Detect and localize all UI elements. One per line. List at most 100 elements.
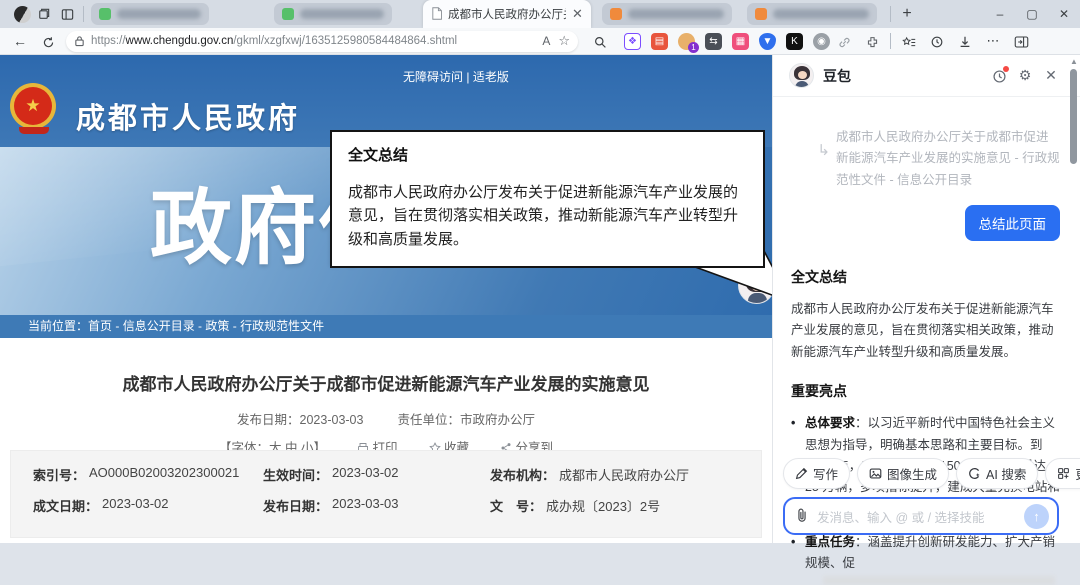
- index-value: AO000B02003202300021: [89, 465, 240, 480]
- browser-profile-avatar[interactable]: [14, 5, 31, 23]
- tab-active-title: 成都市人民政府办公厅关于成都…: [448, 9, 566, 21]
- tab-blurred-3[interactable]: [602, 3, 732, 25]
- extension-dark-icon[interactable]: ⇆: [705, 32, 722, 50]
- browser-tab-strip: 成都市人民政府办公厅关于成都… ✕ + – ▢ ✕: [0, 0, 1080, 28]
- accessibility-links: 无障碍访问 | 适老版: [403, 68, 509, 85]
- accessibility-link[interactable]: 无障碍访问: [403, 70, 463, 84]
- bullet-label: 重点任务: [805, 534, 856, 549]
- article-section: 成都市人民政府办公厅关于成都市促进新能源汽车产业发展的实施意见 发布日期：202…: [0, 338, 772, 543]
- reply-arrow-icon: ↳: [817, 142, 830, 159]
- summarize-page-button[interactable]: 总结此页面: [964, 204, 1060, 241]
- ai-search-skill-button[interactable]: AI 搜索: [956, 458, 1039, 489]
- callout-title: 全文总结: [348, 147, 409, 164]
- doc-number-value: 成办规〔2023〕2号: [546, 499, 661, 514]
- summary-paragraph: 成都市人民政府办公厅发布关于促进新能源汽车产业发展的意见，旨在贯彻落实相关政策，…: [791, 301, 1054, 359]
- url-text[interactable]: https://www.chengdu.gov.cn/gkml/xzgfxwj/…: [91, 35, 534, 47]
- refresh-button[interactable]: [34, 33, 62, 49]
- settings-gear-icon[interactable]: ⚙: [1012, 67, 1038, 84]
- close-window-button[interactable]: ✕: [1048, 7, 1080, 21]
- maximize-button[interactable]: ▢: [1016, 7, 1048, 21]
- article-meta-line: 发布日期：2023-03-03 责任单位：市政府办公厅: [0, 409, 772, 428]
- publish-date: 2023-03-03: [299, 413, 364, 427]
- breadcrumb: 当前位置：首页 - 信息公开目录 - 政策 - 行政规范性文件: [0, 315, 772, 338]
- tab1-favicon: [99, 8, 111, 20]
- publish-date-value2: 2023-03-03: [332, 496, 399, 511]
- publish-date-label: 发布日期：: [237, 413, 300, 427]
- writing-skill-button[interactable]: 写作: [783, 458, 851, 489]
- breadcrumb-regulatory-docs[interactable]: 行政规范性文件: [240, 319, 324, 333]
- minimize-button[interactable]: –: [984, 7, 1016, 21]
- tab-actions-icon[interactable]: [55, 6, 79, 22]
- scrollbar-thumb[interactable]: [1070, 69, 1077, 164]
- tab-blurred-4[interactable]: [747, 3, 877, 25]
- sidebar-scrollbar[interactable]: ▲: [1069, 57, 1079, 541]
- close-sidebar-icon[interactable]: ✕: [1038, 67, 1064, 84]
- chat-input-box[interactable]: 发消息、输入 @ 或 / 选择技能 ↑: [783, 497, 1059, 535]
- sidebar-header: 豆包 ⚙ ✕: [773, 55, 1080, 97]
- truncated-text-fade: [823, 576, 1055, 585]
- breadcrumb-policy[interactable]: 政策: [205, 319, 229, 333]
- lock-icon: [74, 32, 85, 50]
- extension-shield-icon[interactable]: ▼: [759, 32, 776, 50]
- extension-badge: 1: [688, 41, 699, 53]
- favorite-star-icon[interactable]: ☆: [558, 33, 570, 49]
- org-label: 发布机构：: [490, 468, 556, 483]
- address-bar[interactable]: https://www.chengdu.gov.cn/gkml/xzgfxwj/…: [66, 30, 578, 52]
- read-aloud-icon[interactable]: A: [542, 34, 550, 48]
- history-icon[interactable]: [923, 33, 951, 49]
- tab-close-icon[interactable]: ✕: [572, 6, 583, 22]
- tab-active[interactable]: 成都市人民政府办公厅关于成都… ✕: [423, 0, 591, 28]
- tab-blurred-2[interactable]: [274, 3, 392, 25]
- effective-label: 生效时间：: [263, 468, 329, 483]
- workspaces-icon[interactable]: [31, 6, 55, 22]
- elderly-version-link[interactable]: 适老版: [473, 70, 509, 84]
- summary-heading: 全文总结: [791, 268, 847, 285]
- search-icon[interactable]: [586, 33, 614, 49]
- tab2-favicon: [282, 8, 294, 20]
- more-options-icon[interactable]: ⋯: [979, 33, 1007, 49]
- link-icon[interactable]: [830, 33, 858, 49]
- tab-blurred-1[interactable]: [91, 3, 209, 25]
- favorites-icon[interactable]: [895, 33, 923, 48]
- history-clock-icon[interactable]: [986, 66, 1012, 84]
- tab3-blurred-title: [628, 9, 724, 19]
- image-generation-skill-button[interactable]: 图像生成: [857, 458, 950, 489]
- tab-separator: [83, 6, 84, 22]
- doubao-avatar: [738, 267, 772, 304]
- draft-date-label: 成文日期：: [33, 499, 99, 514]
- attachment-paperclip-icon[interactable]: [795, 507, 809, 525]
- extension-notebook-icon[interactable]: ▤: [651, 32, 668, 50]
- breadcrumb-home[interactable]: 首页: [88, 319, 112, 333]
- index-label: 索引号：: [33, 468, 86, 483]
- national-emblem-icon: ★: [10, 83, 58, 137]
- link-divider: |: [463, 70, 473, 84]
- doc-number-label: 文 号：: [490, 499, 543, 514]
- bullet-label: 总体要求: [805, 416, 856, 431]
- extension-purple-icon[interactable]: ❖: [624, 32, 641, 50]
- send-button[interactable]: ↑: [1024, 503, 1049, 529]
- highlights-heading: 重要亮点: [791, 383, 847, 400]
- back-button[interactable]: ←: [6, 33, 34, 49]
- summary-callout: 全文总结 成都市人民政府办公厅发布关于促进新能源汽车产业发展的意见，旨在贯彻落实…: [330, 130, 765, 268]
- breadcrumb-info-catalog[interactable]: 信息公开目录: [123, 319, 195, 333]
- extensions-puzzle-icon[interactable]: [858, 33, 886, 49]
- notification-dot: [1003, 66, 1009, 73]
- new-tab-button[interactable]: +: [895, 5, 919, 23]
- downloads-icon[interactable]: [951, 33, 979, 49]
- chat-input-placeholder: 发消息、输入 @ 或 / 选择技能: [817, 510, 985, 525]
- extension-pink-icon[interactable]: ▦: [732, 32, 749, 50]
- toolbar-separator: [890, 33, 891, 49]
- tab-separator: [890, 6, 891, 22]
- user-query-message: ↳ 成都市人民政府办公厅关于成都市促进新能源汽车产业发展的实施意见 - 行政规范…: [789, 127, 1060, 191]
- sidebar-toggle-icon[interactable]: [1007, 33, 1035, 49]
- scroll-up-arrow-icon[interactable]: ▲: [1069, 57, 1079, 66]
- highlight-item: • 重点任务：涵盖提升创新研发能力、扩大产销规模、促: [791, 534, 1056, 570]
- site-title: 成都市人民政府: [76, 103, 301, 135]
- extension-avatar-icon[interactable]: 1: [678, 32, 699, 53]
- callout-body: 成都市人民政府办公厅发布关于促进新能源汽车产业发展的意见，旨在贯彻落实相关政策，…: [348, 184, 739, 248]
- browser-toolbar: ← https://www.chengdu.gov.cn/gkml/xzgfxw…: [0, 28, 1080, 55]
- extension-gray-icon[interactable]: ◉: [813, 32, 830, 50]
- extension-k-icon[interactable]: K: [786, 32, 803, 50]
- publish-date-label2: 发布日期：: [263, 499, 329, 514]
- sidebar-title: 豆包: [823, 67, 851, 84]
